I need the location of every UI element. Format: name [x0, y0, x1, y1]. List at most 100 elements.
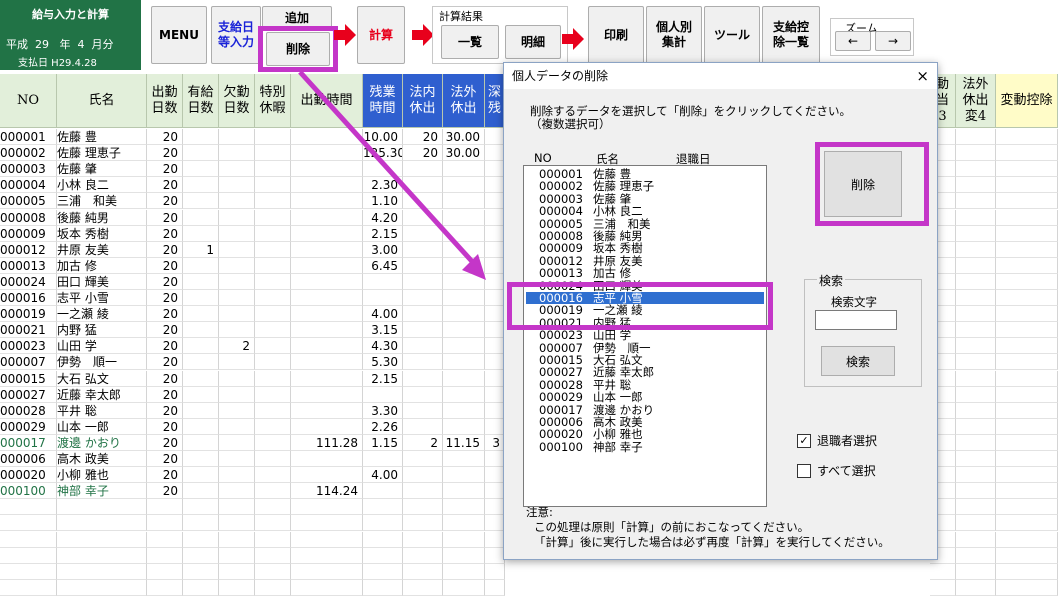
cell-days[interactable]: 20	[147, 467, 183, 484]
cell-out[interactable]	[443, 177, 485, 194]
cell-blank[interactable]	[996, 209, 1058, 226]
select-all-checkbox[interactable]	[797, 463, 811, 478]
cell-name[interactable]: 平井 聡	[57, 402, 147, 419]
cell-absent[interactable]	[219, 145, 255, 162]
cell-special[interactable]	[255, 579, 291, 596]
cell-ot[interactable]	[363, 515, 403, 532]
cell-ot[interactable]	[363, 579, 403, 596]
cell-ot[interactable]: 2.15	[363, 370, 403, 387]
cell-ot[interactable]: 4.20	[363, 209, 403, 226]
cell-in[interactable]	[403, 290, 443, 306]
cell-blank[interactable]	[956, 531, 996, 548]
cell-name[interactable]	[57, 579, 147, 596]
cell-hours[interactable]	[291, 467, 363, 484]
cell-paid[interactable]	[183, 193, 219, 210]
cell-late[interactable]	[485, 418, 505, 435]
cell-late[interactable]	[485, 354, 505, 371]
cell-in[interactable]: 2	[403, 434, 443, 451]
cell-days[interactable]	[147, 515, 183, 532]
list-item[interactable]: 000028 平井 聡	[526, 379, 764, 391]
cell-days[interactable]: 20	[147, 129, 183, 145]
cell-ot[interactable]	[363, 290, 403, 306]
cell-late[interactable]	[485, 273, 505, 290]
cell-paid[interactable]	[183, 290, 219, 306]
cell-days[interactable]: 20	[147, 306, 183, 323]
cell-absent[interactable]	[219, 547, 255, 564]
cell-no[interactable]: 000009	[0, 225, 57, 242]
deduction-list-button[interactable]: 支給控 除一覧	[762, 6, 820, 64]
cell-ot[interactable]: 10.00	[363, 129, 403, 145]
cell-blank[interactable]	[956, 161, 996, 178]
cell-out[interactable]	[443, 354, 485, 371]
cell-out[interactable]	[443, 386, 485, 403]
cell-in[interactable]	[403, 241, 443, 258]
cell-hours[interactable]	[291, 563, 363, 580]
cell-blank[interactable]	[996, 161, 1058, 178]
cell-in[interactable]	[403, 515, 443, 532]
cell-blank[interactable]	[996, 129, 1058, 145]
list-item[interactable]: 000001 佐藤 豊	[526, 168, 764, 180]
cell-late[interactable]	[485, 483, 505, 500]
cell-absent[interactable]	[219, 531, 255, 548]
cell-name[interactable]	[57, 547, 147, 564]
cell-late[interactable]	[485, 129, 505, 145]
cell-name[interactable]: 伊勢 順一	[57, 354, 147, 371]
cell-out[interactable]	[443, 322, 485, 339]
cell-special[interactable]	[255, 290, 291, 306]
cell-days[interactable]: 20	[147, 386, 183, 403]
cell-name[interactable]: 志平 小雪	[57, 290, 147, 306]
cell-in[interactable]	[403, 499, 443, 516]
cell-blank[interactable]	[956, 563, 996, 580]
cell-hours[interactable]	[291, 177, 363, 194]
cell-days[interactable]: 20	[147, 241, 183, 258]
cell-ot[interactable]: 3.00	[363, 241, 403, 258]
cell-paid[interactable]	[183, 338, 219, 355]
cell-out[interactable]	[443, 563, 485, 580]
cell-blank[interactable]	[956, 129, 996, 145]
delete-button[interactable]: 削除	[266, 32, 330, 66]
list-item[interactable]: 000003 佐藤 肇	[526, 193, 764, 205]
cell-absent[interactable]	[219, 257, 255, 274]
cell-ot[interactable]	[363, 531, 403, 548]
cell-late[interactable]	[485, 531, 505, 548]
cell-hours[interactable]	[291, 129, 363, 145]
list-item[interactable]: 000002 佐藤 理恵子	[526, 180, 764, 192]
cell-days[interactable]: 20	[147, 434, 183, 451]
list-item[interactable]: 000100 神部 幸子	[526, 441, 764, 453]
cell-no[interactable]: 000029	[0, 418, 57, 435]
cell-name[interactable]: 佐藤 肇	[57, 161, 147, 178]
cell-no[interactable]	[0, 563, 57, 580]
calc-button[interactable]: 計算	[357, 6, 405, 64]
cell-ot[interactable]: 2.15	[363, 225, 403, 242]
cell-days[interactable]: 20	[147, 177, 183, 194]
cell-no[interactable]: 000008	[0, 209, 57, 226]
cell-ot[interactable]	[363, 273, 403, 290]
cell-out[interactable]	[443, 515, 485, 532]
cell-special[interactable]	[255, 273, 291, 290]
list-item[interactable]: 000007 伊勢 順一	[526, 342, 764, 354]
cell-name[interactable]	[57, 499, 147, 516]
employee-listbox[interactable]: 000001 佐藤 豊 000002 佐藤 理恵子 000003 佐藤 肇 000004 小林…	[523, 165, 767, 507]
cell-no[interactable]: 000020	[0, 467, 57, 484]
cell-paid[interactable]	[183, 145, 219, 162]
cell-no[interactable]: 000001	[0, 129, 57, 145]
cell-special[interactable]	[255, 499, 291, 516]
cell-special[interactable]	[255, 225, 291, 242]
cell-in[interactable]	[403, 579, 443, 596]
cell-name[interactable]	[57, 563, 147, 580]
cell-late[interactable]	[485, 370, 505, 387]
cell-in[interactable]	[403, 370, 443, 387]
cell-days[interactable]: 20	[147, 322, 183, 339]
close-icon[interactable]: ×	[916, 63, 929, 89]
cell-no[interactable]: 000006	[0, 451, 57, 467]
cell-no[interactable]: 000024	[0, 273, 57, 290]
cell-in[interactable]: 20	[403, 129, 443, 145]
cell-out[interactable]	[443, 290, 485, 306]
cell-no[interactable]: 000005	[0, 193, 57, 210]
cell-name[interactable]: 後藤 純男	[57, 209, 147, 226]
detail-button[interactable]: 明細	[505, 25, 561, 59]
list-item[interactable]: 000008 後藤 純男	[526, 230, 764, 242]
cell-late[interactable]	[485, 515, 505, 532]
cell-out[interactable]	[443, 370, 485, 387]
cell-hours[interactable]	[291, 193, 363, 210]
